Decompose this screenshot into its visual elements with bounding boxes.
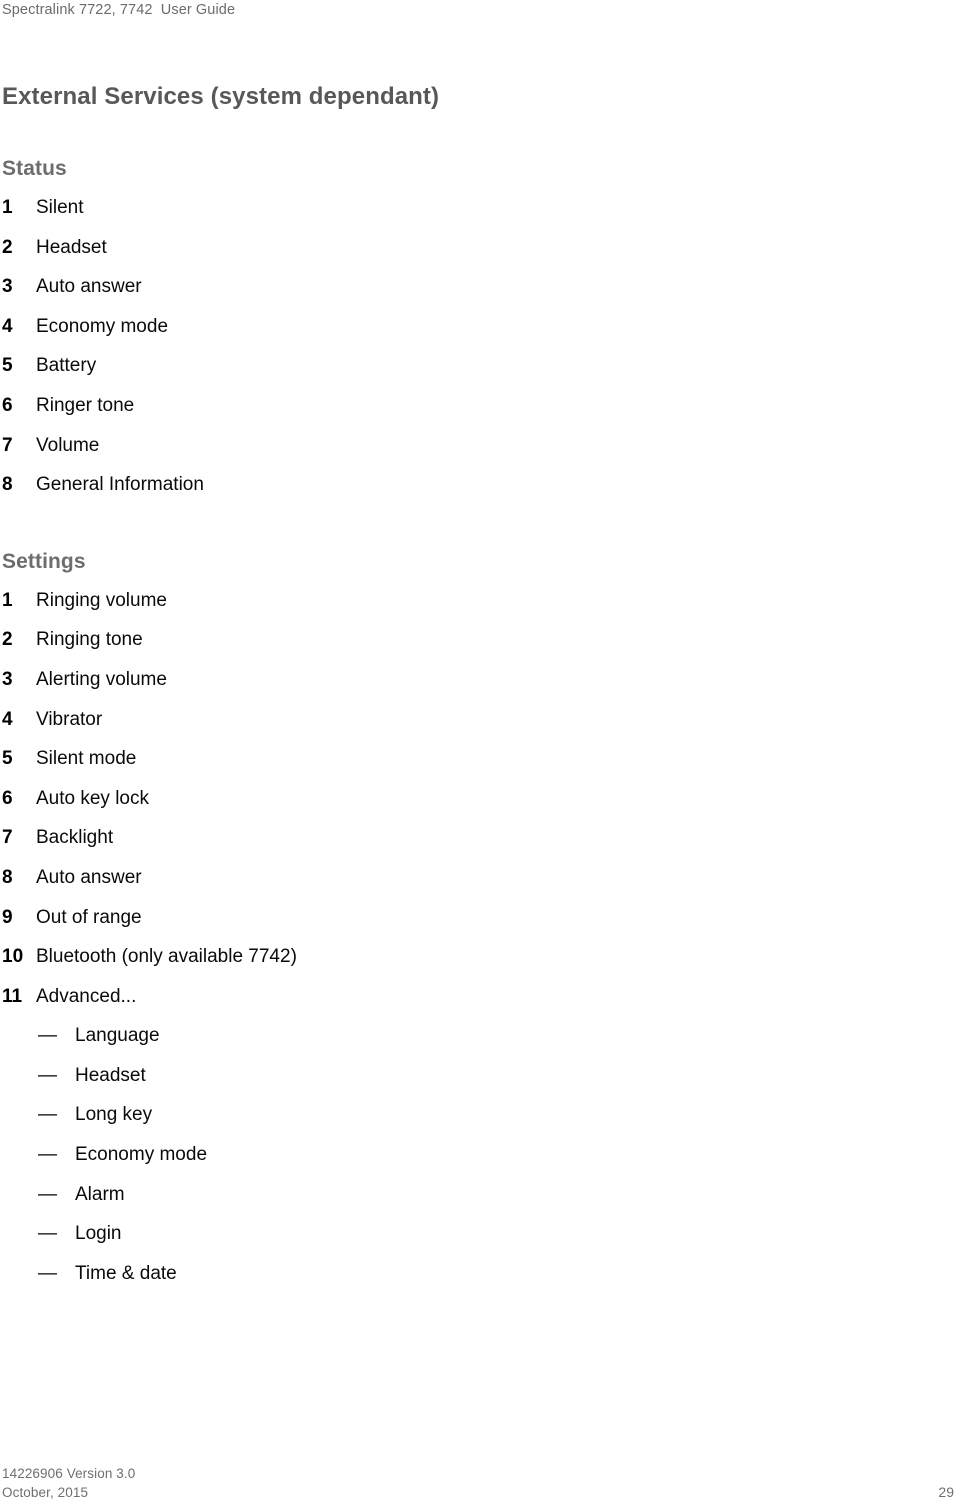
em-dash-bullet-icon: — <box>38 1025 57 1047</box>
list-item-marker: 10 <box>2 946 24 968</box>
sub-list-item: — Time & date <box>2 1254 932 1294</box>
sub-list-item-label: Language <box>75 1025 160 1047</box>
section-settings: Settings 1 Ringing volume 2 Ringing tone 3 Al… <box>2 549 932 1294</box>
list-item: 10 Bluetooth (only available 7742) <box>2 937 932 977</box>
list-item-marker: 5 <box>2 355 13 377</box>
footer-document-id: 14226906 Version 3.0 <box>2 1466 136 1481</box>
list-item-marker: 5 <box>2 748 13 770</box>
list-item-label: Vibrator <box>36 708 103 730</box>
section-status: Status 1 Silent 2 Headset 3 Auto answer 4 Econo… <box>2 156 932 505</box>
footer-page-number: 29 <box>938 1484 954 1500</box>
em-dash-bullet-icon: — <box>38 1104 57 1126</box>
em-dash-bullet-icon: — <box>38 1223 57 1245</box>
list-item-marker: 2 <box>2 236 13 258</box>
list-item: 2 Ringing tone <box>2 620 932 660</box>
list-item: 6 Auto key lock <box>2 779 932 819</box>
list-item-label: Headset <box>36 236 107 258</box>
list-item: 11 Advanced... <box>2 977 932 1017</box>
list-item: 1 Ringing volume <box>2 581 932 621</box>
sub-list-item-label: Headset <box>75 1064 146 1086</box>
list-item: 3 Alerting volume <box>2 660 932 700</box>
section-heading-status: Status <box>2 157 67 180</box>
list-item: 4 Economy mode <box>2 307 932 347</box>
list-item-marker: 6 <box>2 394 13 416</box>
list-item-marker: 6 <box>2 787 13 809</box>
list-item-marker: 4 <box>2 708 13 730</box>
advanced-sub-list: — Language — Headset — Long key — Economy mode —… <box>2 1016 932 1293</box>
list-item-marker: 7 <box>2 434 13 456</box>
running-header: Spectralink 7722, 7742 User Guide <box>2 2 236 18</box>
em-dash-bullet-icon: — <box>38 1144 57 1166</box>
list-item-marker: 3 <box>2 276 13 298</box>
sub-list-item-label: Time & date <box>75 1262 177 1284</box>
section-heading-settings: Settings <box>2 549 86 573</box>
list-item: 5 Silent mode <box>2 739 932 779</box>
list-item-marker: 8 <box>2 866 13 888</box>
list-item-label: Silent mode <box>36 748 137 770</box>
list-item-label: Battery <box>36 355 97 377</box>
list-item: 8 General Information <box>2 465 932 505</box>
sub-list-item: — Headset <box>2 1056 932 1096</box>
list-item-label: Economy mode <box>36 315 169 337</box>
list-item: 9 Out of range <box>2 898 932 938</box>
list-item: 2 Headset <box>2 228 932 268</box>
sub-list-item-label: Login <box>75 1223 122 1245</box>
list-item-label: Auto answer <box>36 276 142 298</box>
em-dash-bullet-icon: — <box>38 1262 57 1284</box>
list-item-label: Backlight <box>36 827 114 849</box>
list-item-label: Ringing volume <box>36 589 167 611</box>
list-item-label: Auto answer <box>36 866 142 888</box>
list-item-label: Bluetooth (only available 7742) <box>36 946 297 968</box>
list-item-marker: 1 <box>2 197 13 218</box>
sub-list-item-label: Economy mode <box>75 1144 208 1166</box>
sub-list-item: — Alarm <box>2 1175 932 1215</box>
list-item: 7 Backlight <box>2 818 932 858</box>
list-item-label: Ringing tone <box>36 629 143 651</box>
list-item-marker: 4 <box>2 315 13 337</box>
list-item-marker: 11 <box>2 985 23 1007</box>
sub-list-item: — Long key <box>2 1095 932 1135</box>
list-item: 6 Ringer tone <box>2 386 932 426</box>
page-title: External Services (system dependant) <box>2 83 440 110</box>
list-item: 8 Auto answer <box>2 858 932 898</box>
footer-date: October, 2015 <box>2 1485 89 1500</box>
list-item-label: Alerting volume <box>36 668 167 690</box>
document-page: Spectralink 7722, 7742 User Guide Extern… <box>0 0 972 1510</box>
list-item: 4 Vibrator <box>2 700 932 740</box>
list-item: 7 Volume <box>2 426 932 466</box>
list-item-marker: 1 <box>2 589 13 611</box>
list-item-label: General Information <box>36 474 204 496</box>
list-item-marker: 9 <box>2 906 13 928</box>
sub-list-item-label: Long key <box>75 1104 153 1126</box>
sub-list-item: — Economy mode <box>2 1135 932 1175</box>
sub-list-item: — Language <box>2 1016 932 1056</box>
list-item-label: Volume <box>36 434 100 456</box>
list-item: 5 Battery <box>2 346 932 386</box>
list-item-marker: 3 <box>2 668 13 690</box>
list-item-label: Silent <box>36 197 84 218</box>
list-item-marker: 7 <box>2 827 13 849</box>
list-item-marker: 2 <box>2 629 13 651</box>
settings-list: 1 Ringing volume 2 Ringing tone 3 Alerting vo… <box>2 581 932 1017</box>
page-content: External Services (system dependant) Sta… <box>2 82 932 1293</box>
em-dash-bullet-icon: — <box>38 1064 57 1086</box>
list-item-label: Out of range <box>36 906 142 928</box>
sub-list-item: — Login <box>2 1214 932 1254</box>
list-item-label: Auto key lock <box>36 787 149 809</box>
list-item: 3 Auto answer <box>2 267 932 307</box>
em-dash-bullet-icon: — <box>38 1183 57 1205</box>
footer-document-info: 14226906 Version 3.0 October, 2015 <box>2 1464 135 1502</box>
list-item-label: Ringer tone <box>36 394 135 416</box>
list-item: 1 Silent <box>2 188 932 228</box>
page-footer: 14226906 Version 3.0 October, 2015 29 <box>2 1464 960 1502</box>
list-item-marker: 8 <box>2 474 13 496</box>
list-item-label: Advanced... <box>36 985 137 1007</box>
status-list: 1 Silent 2 Headset 3 Auto answer 4 Economy mode… <box>2 188 932 505</box>
sub-list-item-label: Alarm <box>75 1183 125 1205</box>
